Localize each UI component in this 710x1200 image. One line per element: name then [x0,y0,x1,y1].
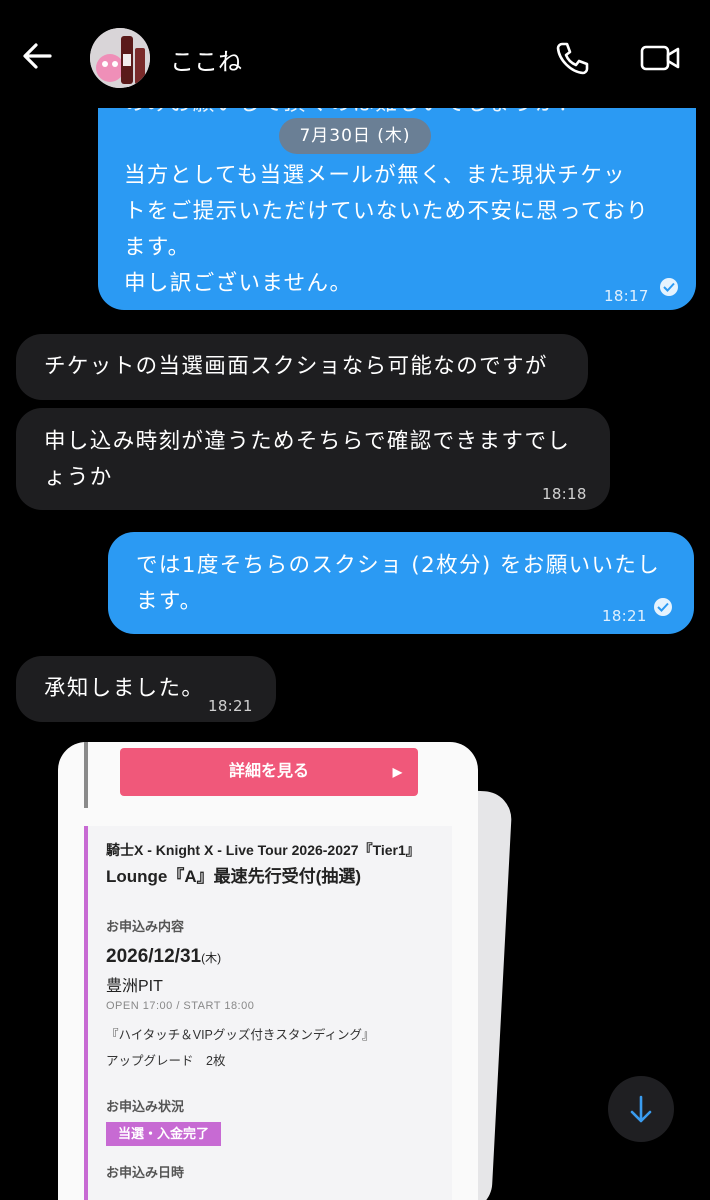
message-time: 18:21 [208,697,253,715]
message-bubble-outgoing[interactable]: では1度そちらのスクショ (2枚分) をお願いいたし ます。 18:21 [108,532,694,634]
voice-call-button[interactable] [552,38,592,78]
back-button[interactable] [18,36,58,76]
arrow-left-icon [23,43,52,69]
contact-name[interactable]: ここね [170,42,242,77]
message-text: 承知しました。 [44,676,205,701]
application-label: お申込み内容 [106,919,185,934]
message-bubble-incoming[interactable]: チケットの当選画面スクショなら可能なのですが [16,334,588,400]
ticket-type: Lounge『A』最速先行受付(抽選) [106,867,361,886]
video-call-button[interactable] [638,38,684,78]
message-time: 18:18 [542,485,587,503]
view-details-label: 詳細を見る [228,763,309,780]
status-badge: 当選・入金完了 [106,1122,222,1146]
message-text: チケットの当選画面スクショなら可能なのですが [44,354,548,379]
avatar-image [90,28,150,88]
upgrade-count: アップグレード 2枚 [106,1054,226,1068]
message-text: ます。 [124,235,191,260]
venue: 豊洲PIT [106,978,163,995]
message-text: ます。 [136,589,203,614]
message-text: では1度そちらのスクショ (2枚分) をお願いいたし [136,553,661,578]
scroll-to-bottom-button[interactable] [608,1076,674,1142]
open-start-time: OPEN 17:00 / START 18:00 [106,1000,255,1012]
chat-header: ここね [0,0,710,108]
video-camera-icon [640,45,680,71]
event-date-value: 2026/12/31 [106,946,202,967]
event-date: 2026/12/31(木) [106,946,221,968]
avatar[interactable] [90,28,150,88]
read-check-icon [654,598,672,616]
divider [84,742,88,808]
tour-title: 騎士X - Knight X - Live Tour 2026-2027『Tie… [106,842,420,858]
message-text: 申し訳ございません。 [124,271,353,296]
seat-type: 『ハイタッチ＆VIPグッズ付きスタンディング』 [106,1028,375,1042]
read-check-icon [660,278,678,296]
message-time: 18:17 [604,287,649,305]
message-text: トをご提示いただけていないため不安に思っており [124,199,649,224]
phone-icon [556,42,589,75]
arrow-down-icon [630,1095,652,1123]
message-text: 当方としても当選メールが無く、また現状チケッ [124,163,627,188]
view-details-button: 詳細を見る ▶ [120,748,418,796]
ticket-card: 騎士X - Knight X - Live Tour 2026-2027『Tie… [84,826,452,1200]
message-bubble-outgoing[interactable]: のみお願いして頂くのは難しいでしょうか？ 当方としても当選メールが無く、また現状… [98,78,696,310]
message-text: ょうか [44,465,113,490]
message-bubble-incoming[interactable]: 申し込み時刻が違うためそちらで確認できますでし ょうか 18:18 [16,408,610,510]
message-time: 18:21 [602,607,647,625]
image-message-ticket-screenshot[interactable]: 詳細を見る ▶ 騎士X - Knight X - Live Tour 2026-… [58,742,478,1200]
event-weekday: (木) [201,951,222,965]
apply-datetime-label: お申込み日時 [106,1165,185,1180]
message-bubble-incoming[interactable]: 承知しました。 18:21 [16,656,276,722]
date-separator: 7月30日 (木) [279,118,431,154]
message-text: 申し込み時刻が違うためそちらで確認できますでし [44,429,571,454]
play-arrow-icon: ▶ [392,765,402,779]
status-label: お申込み状況 [106,1099,185,1114]
